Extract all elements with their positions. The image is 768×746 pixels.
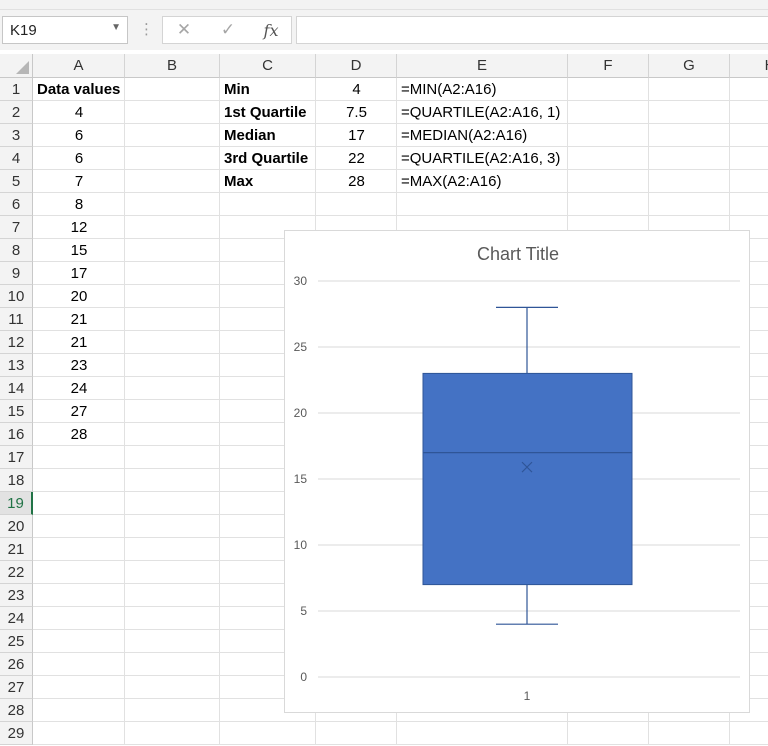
row-header-6[interactable]: 6	[0, 193, 33, 216]
row-header-4[interactable]: 4	[0, 147, 33, 170]
cell-stat-formula[interactable]: =MIN(A2:A16)	[397, 78, 568, 101]
insert-function-button[interactable]: fx	[256, 17, 286, 43]
x-category-label: 1	[524, 689, 531, 703]
cell-stat-formula[interactable]: =MEDIAN(A2:A16)	[397, 124, 568, 147]
cell-stat-value[interactable]: 28	[316, 170, 397, 193]
row-header-14[interactable]: 14	[0, 377, 33, 400]
row-header-28[interactable]: 28	[0, 699, 33, 722]
y-tick-label: 0	[300, 670, 307, 684]
cell-a-value[interactable]: 27	[33, 400, 125, 423]
row-header-9[interactable]: 9	[0, 262, 33, 285]
row-header-1[interactable]: 1	[0, 78, 33, 101]
ribbon-bottom-edge	[0, 0, 768, 10]
row-header-3[interactable]: 3	[0, 124, 33, 147]
row-header-24[interactable]: 24	[0, 607, 33, 630]
box-iqr	[422, 372, 633, 586]
cell-a-value[interactable]: 20	[33, 285, 125, 308]
cell-a-value[interactable]: 21	[33, 308, 125, 331]
row-header-17[interactable]: 17	[0, 446, 33, 469]
cell-a-value[interactable]: 24	[33, 377, 125, 400]
chart-canvas: Chart Title 0 5 10 15 20 25 30 1	[294, 244, 740, 703]
y-tick-label: 20	[294, 406, 308, 420]
worksheet-grid[interactable]: ABCDEFGH12345678910111213141516171819202…	[0, 54, 768, 746]
row-header-11[interactable]: 11	[0, 308, 33, 331]
row-header-12[interactable]: 12	[0, 331, 33, 354]
row-header-20[interactable]: 20	[0, 515, 33, 538]
cell-a-value[interactable]: 6	[33, 147, 125, 170]
chevron-down-icon[interactable]: ▼	[111, 22, 121, 33]
row-header-19[interactable]: 19	[0, 492, 33, 515]
more-options-icon[interactable]: ⋮	[139, 20, 154, 38]
close-icon[interactable]: ✕	[169, 17, 199, 43]
cell-a-value[interactable]: 6	[33, 124, 125, 147]
cell-a-value[interactable]: 4	[33, 101, 125, 124]
cell-a-value[interactable]: 12	[33, 216, 125, 239]
column-header-e[interactable]: E	[397, 54, 568, 78]
cell-a-value[interactable]: 21	[33, 331, 125, 354]
column-header-f[interactable]: F	[568, 54, 649, 78]
cell-a1-header[interactable]: Data values	[33, 78, 125, 101]
gridline-horizontal	[33, 721, 768, 722]
y-tick-label: 5	[300, 604, 307, 618]
cell-a-value[interactable]: 23	[33, 354, 125, 377]
row-header-26[interactable]: 26	[0, 653, 33, 676]
column-header-b[interactable]: B	[125, 54, 220, 78]
row-header-8[interactable]: 8	[0, 239, 33, 262]
gridline-horizontal	[33, 215, 768, 216]
cell-stat-formula[interactable]: =MAX(A2:A16)	[397, 170, 568, 193]
box-plot-chart[interactable]: Chart Title 0 5 10 15 20 25 30 1	[284, 230, 750, 713]
cell-stat-label[interactable]: Max	[220, 170, 316, 193]
y-tick-label: 30	[294, 274, 308, 288]
select-all-icon	[16, 61, 29, 74]
formula-bar: K19 ▼ ⋮ ✕ ✓ fx	[0, 10, 768, 50]
select-all-corner[interactable]	[0, 54, 33, 78]
row-header-2[interactable]: 2	[0, 101, 33, 124]
name-box-value: K19	[10, 21, 37, 39]
cell-stat-label[interactable]: 3rd Quartile	[220, 147, 316, 170]
cell-a-value[interactable]: 17	[33, 262, 125, 285]
y-tick-label: 10	[294, 538, 308, 552]
cell-stat-value[interactable]: 7.5	[316, 101, 397, 124]
cell-stat-value[interactable]: 17	[316, 124, 397, 147]
chart-title: Chart Title	[477, 244, 559, 264]
cell-a-value[interactable]: 28	[33, 423, 125, 446]
formula-input[interactable]	[296, 16, 768, 44]
name-box[interactable]: K19 ▼	[2, 16, 128, 44]
row-header-7[interactable]: 7	[0, 216, 33, 239]
row-header-21[interactable]: 21	[0, 538, 33, 561]
column-header-g[interactable]: G	[649, 54, 730, 78]
cell-a-value[interactable]: 8	[33, 193, 125, 216]
cell-stat-formula[interactable]: =QUARTILE(A2:A16, 1)	[397, 101, 568, 124]
row-header-22[interactable]: 22	[0, 561, 33, 584]
row-header-27[interactable]: 27	[0, 676, 33, 699]
row-header-5[interactable]: 5	[0, 170, 33, 193]
cell-a-value[interactable]: 15	[33, 239, 125, 262]
row-header-10[interactable]: 10	[0, 285, 33, 308]
row-header-29[interactable]: 29	[0, 722, 33, 745]
column-header-d[interactable]: D	[316, 54, 397, 78]
row-header-13[interactable]: 13	[0, 354, 33, 377]
cell-stat-value[interactable]: 22	[316, 147, 397, 170]
column-header-c[interactable]: C	[220, 54, 316, 78]
row-header-15[interactable]: 15	[0, 400, 33, 423]
column-header-a[interactable]: A	[33, 54, 125, 78]
gridline-horizontal	[33, 744, 768, 745]
formula-buttons: ✕ ✓ fx	[162, 16, 292, 44]
cell-stat-label[interactable]: Min	[220, 78, 316, 101]
y-tick-label: 25	[294, 340, 308, 354]
cell-stat-formula[interactable]: =QUARTILE(A2:A16, 3)	[397, 147, 568, 170]
check-icon[interactable]: ✓	[213, 17, 243, 43]
row-header-18[interactable]: 18	[0, 469, 33, 492]
cell-stat-label[interactable]: Median	[220, 124, 316, 147]
cell-stat-label[interactable]: 1st Quartile	[220, 101, 316, 124]
cell-a-value[interactable]: 7	[33, 170, 125, 193]
row-header-16[interactable]: 16	[0, 423, 33, 446]
y-tick-label: 15	[294, 472, 308, 486]
column-header-h[interactable]: H	[730, 54, 768, 78]
row-header-25[interactable]: 25	[0, 630, 33, 653]
cell-stat-value[interactable]: 4	[316, 78, 397, 101]
row-header-23[interactable]: 23	[0, 584, 33, 607]
